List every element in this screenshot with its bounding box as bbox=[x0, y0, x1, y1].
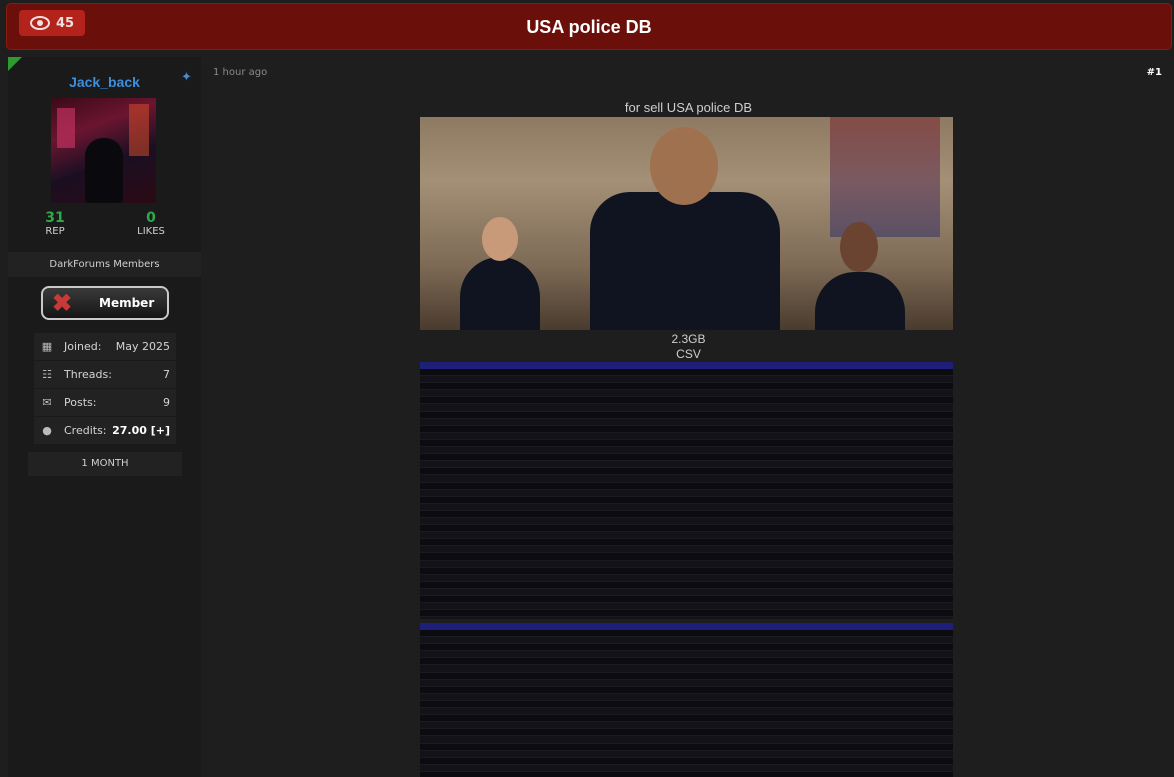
info-row-credits: ● Credits: 27.00 [+] bbox=[34, 417, 176, 445]
rep-value: 31 bbox=[45, 210, 65, 226]
post-number[interactable]: #1 bbox=[1147, 67, 1162, 78]
online-indicator bbox=[8, 57, 22, 71]
post-text-size: 2.3GB bbox=[671, 332, 706, 346]
info-value: May 2025 bbox=[115, 340, 170, 353]
user-group: DarkForums Members bbox=[8, 252, 201, 277]
feather-icon: ✦ bbox=[181, 70, 192, 85]
info-value: 9 bbox=[163, 396, 170, 409]
info-row-threads: ☷ Threads: 7 bbox=[34, 361, 176, 389]
info-label: Threads: bbox=[64, 368, 112, 381]
x-emblem-icon: ✖ bbox=[51, 288, 73, 317]
post-image-spreadsheet-2[interactable] bbox=[420, 623, 953, 777]
badge-label: Member bbox=[99, 296, 155, 310]
book-icon: ☷ bbox=[42, 368, 52, 381]
post-text-format: CSV bbox=[676, 347, 701, 361]
user-info-list: ▦ Joined: May 2025 ☷ Threads: 7 ✉ Posts:… bbox=[34, 333, 176, 445]
credits-value[interactable]: 27.00 [+] bbox=[112, 417, 170, 444]
post-image-officers[interactable] bbox=[420, 117, 953, 330]
thread-header: 45 USA police DB bbox=[6, 3, 1172, 50]
rep-label: REP bbox=[45, 226, 65, 237]
post-time[interactable]: 1 hour ago bbox=[213, 67, 267, 78]
username-link[interactable]: Jack_back bbox=[8, 74, 201, 90]
info-row-posts: ✉ Posts: 9 bbox=[34, 389, 176, 417]
likes-stat[interactable]: 0 LIKES bbox=[121, 210, 181, 237]
info-label: Credits: bbox=[64, 424, 107, 437]
user-sidebar: Jack_back ✦ 31 REP 0 LIKES DarkForums Me… bbox=[8, 57, 201, 777]
rep-stat[interactable]: 31 REP bbox=[25, 210, 85, 237]
coins-icon: ● bbox=[42, 424, 52, 437]
avatar[interactable] bbox=[51, 98, 156, 203]
info-value: 7 bbox=[163, 368, 170, 381]
info-row-joined: ▦ Joined: May 2025 bbox=[34, 333, 176, 361]
info-label: Posts: bbox=[64, 396, 97, 409]
post-body: 1 hour ago #1 for sell USA police DB 2.3… bbox=[203, 57, 1174, 777]
comments-icon: ✉ bbox=[42, 396, 52, 409]
likes-label: LIKES bbox=[137, 226, 165, 237]
subscription-badge: 1 MONTH bbox=[28, 452, 182, 476]
post-image-spreadsheet-1[interactable] bbox=[420, 362, 953, 619]
calendar-icon: ▦ bbox=[41, 340, 53, 353]
likes-value: 0 bbox=[146, 210, 156, 226]
thread-title: USA police DB bbox=[526, 17, 652, 37]
user-stats: 31 REP 0 LIKES bbox=[8, 210, 201, 242]
post-text-sell: for sell USA police DB bbox=[624, 100, 753, 115]
info-label: Joined: bbox=[64, 340, 102, 353]
member-badge: ✖ Member bbox=[41, 286, 169, 320]
